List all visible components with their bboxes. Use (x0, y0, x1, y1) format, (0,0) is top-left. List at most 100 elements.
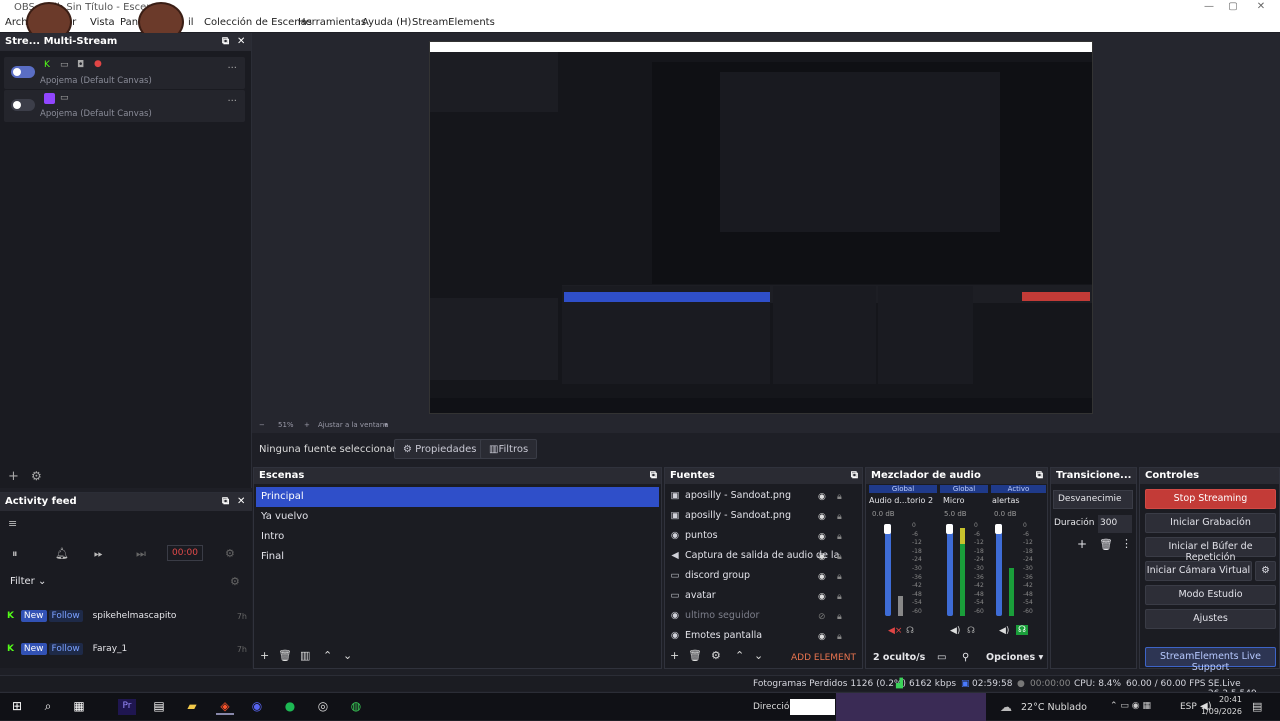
folder-icon[interactable]: ▰ (183, 699, 201, 715)
stream-toggle[interactable] (11, 99, 35, 111)
eye-icon[interactable]: ◉ (818, 512, 826, 522)
menu-icon[interactable]: ≡ (8, 517, 17, 530)
studio-mode-button[interactable]: Modo Estudio (1145, 585, 1276, 605)
float-icon[interactable]: ⧉ (1036, 470, 1043, 481)
speaker-icon[interactable]: ◀) (999, 626, 1009, 636)
menu-profile[interactable]: il (188, 17, 194, 28)
eye-icon[interactable]: ◉ (818, 572, 826, 582)
add-icon[interactable]: + (8, 469, 19, 484)
eye-icon[interactable]: ◉ (818, 552, 826, 562)
channel-name[interactable]: Audio d...torio 2 (869, 496, 933, 505)
transition-select[interactable]: Desvanecimie (1053, 490, 1133, 509)
layout-icon[interactable]: ▭ (937, 652, 946, 663)
eye-icon[interactable]: ◉ (818, 592, 826, 602)
options-button[interactable]: Opciones ▾ (986, 652, 1043, 663)
windows-icon[interactable]: ⊞ (8, 699, 26, 715)
filter-dropdown[interactable]: Filter ⌄ (10, 576, 46, 587)
volume-fader[interactable] (995, 524, 1002, 616)
lock-icon[interactable]: 🔒︎ (837, 572, 842, 582)
obs-icon[interactable]: ◎ (314, 699, 332, 715)
more-icon[interactable]: ⋮ (1121, 537, 1132, 550)
eye-off-icon[interactable]: ⊘ (818, 612, 826, 622)
volume-fader[interactable] (884, 524, 891, 616)
duration-field[interactable]: 300 (1098, 515, 1132, 533)
start-recording-button[interactable]: Iniciar Grabación (1145, 513, 1276, 533)
add-icon[interactable]: + (670, 649, 679, 662)
scene-item[interactable]: Principal (256, 487, 659, 507)
stream-target-row[interactable]: ▭ Apojema (Default Canvas) ··· (4, 90, 245, 122)
gear-icon[interactable]: ⚙ (1255, 561, 1276, 581)
skip-icon[interactable]: ⏩︎ (94, 547, 103, 561)
settings-icon[interactable]: ⚙ (225, 547, 235, 560)
add-icon[interactable]: + (1077, 537, 1087, 551)
filters-button[interactable]: ▥Filtros (480, 439, 538, 459)
task-view-icon[interactable]: ▦ (70, 699, 88, 715)
address-input[interactable] (790, 699, 835, 715)
scene-item[interactable]: Final (256, 547, 659, 567)
filter-icon[interactable]: ▥ (300, 649, 310, 662)
channel-name[interactable]: alertas (992, 496, 1020, 505)
stop-streaming-button[interactable]: Stop Streaming (1145, 489, 1276, 509)
lock-icon[interactable]: 🔒︎ (837, 492, 842, 502)
properties-button[interactable]: ⚙ Propiedades (394, 439, 486, 459)
minimize-button[interactable]: — (1198, 1, 1220, 12)
headphone-icon[interactable]: ☊ (906, 626, 914, 636)
maximize-button[interactable]: ▢ (1222, 1, 1244, 12)
store-icon[interactable]: ▤ (150, 699, 168, 715)
mute-icon[interactable]: ◀× (888, 626, 902, 636)
brave-icon[interactable]: ◈ (216, 699, 234, 715)
gear-icon[interactable]: ⚙ (230, 575, 240, 588)
menu-docks[interactable]: Pan (120, 17, 138, 28)
se-support-button[interactable]: StreamElements Live Support (1145, 647, 1276, 673)
float-icon[interactable]: ⧉ (222, 36, 229, 47)
virtual-camera-button[interactable]: Iniciar Cámara Virtual (1145, 561, 1252, 581)
menu-scene-collection[interactable]: Colección de Escenas (204, 17, 312, 28)
headphone-icon[interactable]: ☊ (1016, 625, 1028, 635)
replay-buffer-button[interactable]: Iniciar el Búfer de Repetición (1145, 537, 1276, 563)
pause-icon[interactable]: ⏸ (12, 547, 18, 561)
down-icon[interactable]: ⌄ (343, 649, 352, 662)
zoom-level[interactable]: 51% (278, 421, 294, 429)
link-icon[interactable]: ⚲ (962, 652, 969, 663)
add-icon[interactable]: + (260, 649, 269, 662)
spotify-icon[interactable]: ● (281, 699, 299, 715)
menu-streamelements[interactable]: StreamElements (412, 17, 495, 28)
add-element-button[interactable]: ADD ELEMENT (791, 653, 856, 663)
channel-name[interactable]: Micro (943, 496, 965, 505)
close-icon[interactable]: ✕ (237, 36, 245, 47)
up-icon[interactable]: ⌃ (323, 649, 332, 662)
eye-icon[interactable]: ◉ (818, 632, 826, 642)
trash-icon[interactable]: 🗑︎ (1099, 538, 1113, 551)
settings-button[interactable]: Ajustes (1145, 609, 1276, 629)
more-button[interactable]: ··· (227, 63, 237, 74)
lock-icon[interactable]: 🔒︎ (837, 632, 842, 642)
menu-tools[interactable]: Herramientas (298, 17, 366, 28)
lock-icon[interactable]: 🔒︎ (837, 552, 842, 562)
notification-icon[interactable]: ▤ (1252, 700, 1262, 713)
lock-icon[interactable]: 🔒︎ (837, 592, 842, 602)
gear-icon[interactable]: ⚙ (31, 469, 42, 483)
up-icon[interactable]: ⌃ (735, 649, 744, 662)
float-icon[interactable]: ⧉ (222, 496, 229, 507)
premiere-icon[interactable]: Pr (118, 699, 136, 715)
volume-fader[interactable] (946, 524, 953, 616)
search-icon[interactable]: ⌕ (39, 699, 57, 715)
app-icon[interactable]: ◍ (347, 699, 365, 715)
float-icon[interactable]: ⧉ (851, 470, 858, 481)
close-icon[interactable]: ✕ (237, 496, 245, 507)
menu-view[interactable]: Vista (90, 17, 115, 28)
discord-icon[interactable]: ◉ (248, 699, 266, 715)
speaker-icon[interactable]: ◀) (950, 626, 960, 636)
lock-icon[interactable]: 🔒︎ (837, 512, 842, 522)
menu-help[interactable]: Ayuda (H) (362, 17, 411, 28)
tray-icons[interactable]: ⌃ ▭ ◉ ▦ (1110, 701, 1151, 711)
close-button[interactable]: ✕ (1250, 1, 1272, 12)
more-button[interactable]: ··· (227, 96, 237, 107)
trash-icon[interactable]: 🗑︎ (278, 649, 292, 662)
stream-target-row[interactable]: K ▭ ◘ ● Apojema (Default Canvas) ··· (4, 57, 245, 89)
down-icon[interactable]: ⌄ (754, 649, 763, 662)
eye-icon[interactable]: ◉ (818, 532, 826, 542)
fit-window-button[interactable]: Ajustar a la ventana (318, 421, 389, 429)
headphone-icon[interactable]: ☊ (967, 626, 975, 636)
eye-icon[interactable]: ◉ (818, 492, 826, 502)
